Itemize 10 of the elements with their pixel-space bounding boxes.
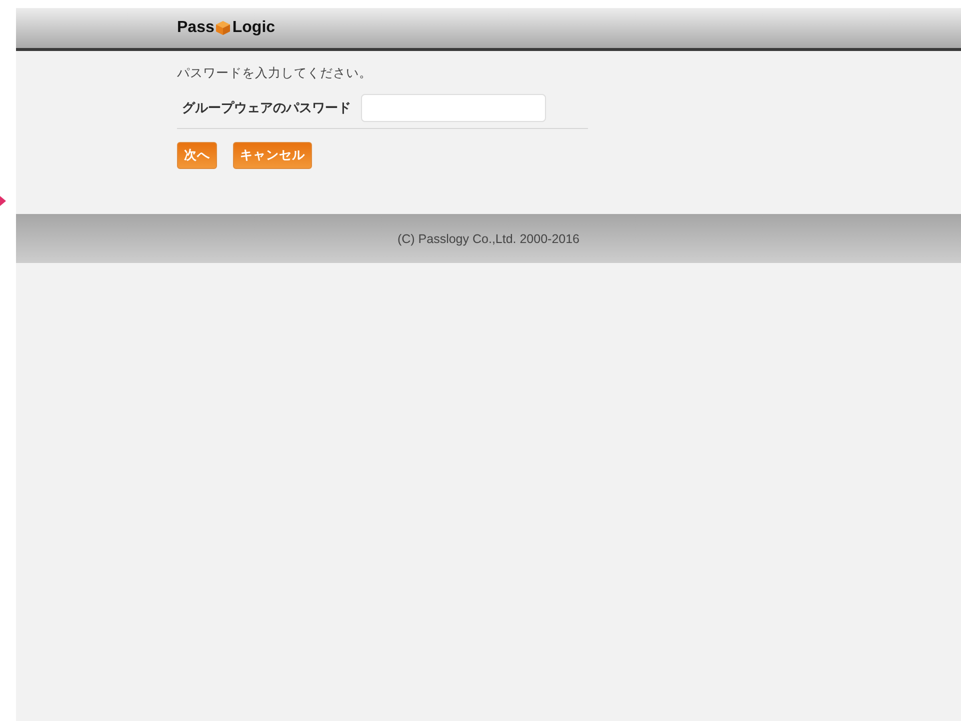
field-label: グループウェアのパスワード: [182, 100, 351, 117]
password-field[interactable]: [361, 94, 546, 122]
instruction-text: パスワードを入力してください。: [177, 65, 373, 82]
next-button[interactable]: 次へ: [177, 142, 217, 169]
logo-text: Pass: [177, 19, 214, 37]
copyright-text: (C) Passlogy Co.,Ltd. 2000-2016: [397, 232, 580, 246]
arrow-icon: [0, 196, 6, 206]
cancel-button[interactable]: キャンセル: [233, 142, 312, 169]
logo-text: Logic: [232, 19, 276, 37]
cube-icon: [215, 20, 232, 36]
